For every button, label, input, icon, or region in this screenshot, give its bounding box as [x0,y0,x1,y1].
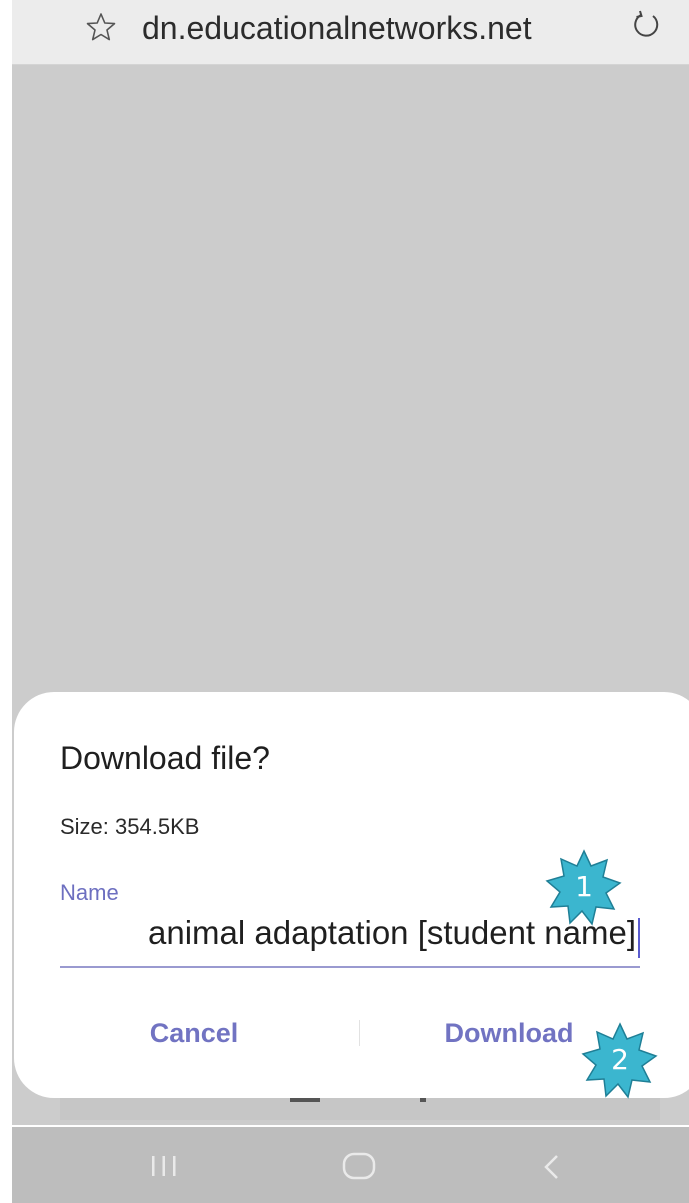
system-navigation-bar [12,1127,689,1203]
star-icon[interactable] [86,12,116,42]
button-divider [359,1020,360,1046]
cancel-button[interactable]: Cancel [124,1008,264,1058]
step-number: 1 [575,870,593,903]
home-icon[interactable] [342,1152,376,1180]
back-icon[interactable] [542,1153,562,1181]
file-size-text: Size: 354.5KB [60,814,200,839]
reload-icon[interactable] [631,10,661,42]
text-caret [638,918,640,958]
address-bar[interactable]: dn.educationalnetworks.net [12,0,689,65]
download-button[interactable]: Download [424,1008,594,1058]
step-badge-2: 2 [580,1020,660,1100]
url-text[interactable]: dn.educationalnetworks.net [142,10,532,47]
screen-edge [0,0,12,1203]
step-badge-1: 1 [544,847,624,927]
step-number: 2 [611,1043,629,1076]
recents-icon[interactable] [149,1154,179,1178]
toolbar-mark [290,1098,320,1102]
name-field-label: Name [60,880,119,905]
dialog-title: Download file? [60,740,270,776]
toolbar-mark [420,1098,426,1102]
